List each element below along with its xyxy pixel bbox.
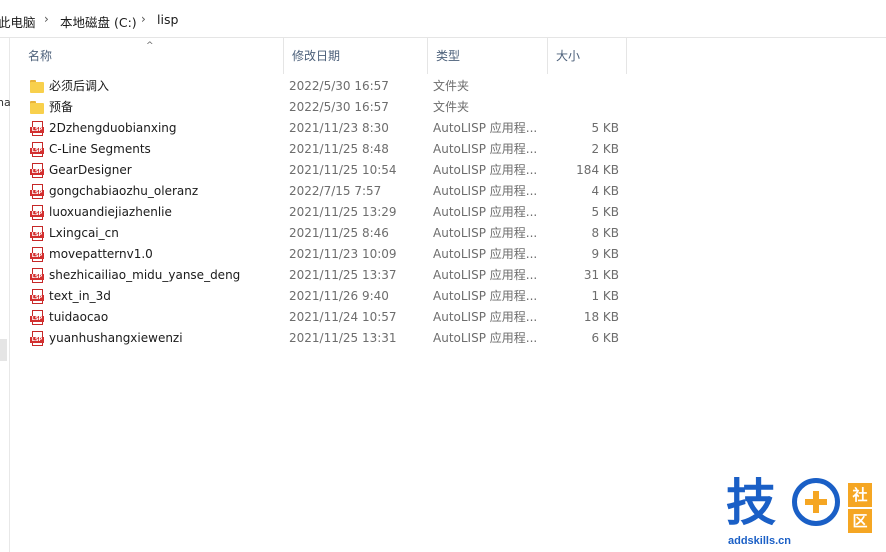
lsp-file-icon: LSP <box>30 289 44 304</box>
file-type: AutoLISP 应用程... <box>433 226 538 240</box>
navigation-pane[interactable]: na <box>0 38 11 552</box>
file-row[interactable]: LSP movepatternv1.0 2021/11/23 10:09 AutoLI… <box>10 244 630 265</box>
file-name[interactable]: 必须后调入 <box>49 76 289 97</box>
file-row[interactable]: LSP tuidaocao 2021/11/24 10:57 AutoLISP 应用程… <box>10 307 630 328</box>
breadcrumb-lisp[interactable]: lisp <box>157 12 178 27</box>
file-name[interactable]: tuidaocao <box>49 307 289 328</box>
breadcrumb-separator-icon[interactable]: › <box>141 12 146 26</box>
breadcrumb-this-pc[interactable]: 此电脑 <box>0 12 36 31</box>
lsp-file-icon: LSP <box>30 268 44 283</box>
file-date: 2021/11/23 8:30 <box>289 121 389 135</box>
lsp-file-icon: LSP <box>30 331 44 346</box>
column-header-date[interactable]: 修改日期 <box>284 38 428 74</box>
navigation-pane-selected-item[interactable] <box>0 339 7 361</box>
file-date: 2022/7/15 7:57 <box>289 184 382 198</box>
file-size: 9 KB <box>591 247 619 261</box>
lsp-file-icon: LSP <box>30 205 44 220</box>
file-date: 2021/11/23 10:09 <box>289 247 397 261</box>
lsp-file-icon: LSP <box>30 247 44 262</box>
file-row[interactable]: LSP luoxuandiejiazhenlie 2021/11/25 13:29 A… <box>10 202 630 223</box>
folder-icon <box>30 100 44 115</box>
file-row[interactable]: LSP 2Dzhengduobianxing 2021/11/23 8:30 Auto… <box>10 118 630 139</box>
file-row[interactable]: LSP Lxingcai_cn 2021/11/25 8:46 AutoLISP 应用… <box>10 223 630 244</box>
file-name[interactable]: C-Line Segments <box>49 139 289 160</box>
file-type: AutoLISP 应用程... <box>433 289 538 303</box>
file-size: 6 KB <box>591 331 619 345</box>
breadcrumb-local-disk[interactable]: 本地磁盘 (C:) <box>60 12 137 31</box>
file-row[interactable]: 必须后调入 2022/5/30 16:57 文件夹 <box>10 76 630 97</box>
file-name[interactable]: 2Dzhengduobianxing <box>49 118 289 139</box>
watermark-char: 技 <box>726 474 776 532</box>
file-type: AutoLISP 应用程... <box>433 247 538 261</box>
folder-icon <box>30 79 44 94</box>
file-name[interactable]: 预备 <box>49 97 289 118</box>
file-date: 2021/11/25 8:48 <box>289 142 389 156</box>
file-row[interactable]: LSP GearDesigner 2021/11/25 10:54 AutoLISP … <box>10 160 630 181</box>
file-type: AutoLISP 应用程... <box>433 331 538 345</box>
file-date: 2021/11/24 10:57 <box>289 310 397 324</box>
file-type: 文件夹 <box>433 79 470 93</box>
file-row[interactable]: 预备 2022/5/30 16:57 文件夹 <box>10 97 630 118</box>
file-type: AutoLISP 应用程... <box>433 121 538 135</box>
file-date: 2021/11/25 10:54 <box>289 163 397 177</box>
column-header: 名称 修改日期 类型 大小 <box>10 38 630 74</box>
watermark-box-2: 区 <box>848 509 872 533</box>
file-type: AutoLISP 应用程... <box>433 184 538 198</box>
file-row[interactable]: LSP yuanhushangxiewenzi 2021/11/25 13:31 Au… <box>10 328 630 349</box>
watermark-box-1: 社 <box>848 483 872 507</box>
file-type: AutoLISP 应用程... <box>433 310 538 324</box>
file-name[interactable]: yuanhushangxiewenzi <box>49 328 289 349</box>
file-name[interactable]: movepatternv1.0 <box>49 244 289 265</box>
file-type: AutoLISP 应用程... <box>433 205 538 219</box>
file-date: 2021/11/25 8:46 <box>289 226 389 240</box>
file-size: 4 KB <box>591 184 619 198</box>
file-date: 2022/5/30 16:57 <box>289 100 389 114</box>
file-name[interactable]: shezhicailiao_midu_yanse_deng <box>49 265 289 286</box>
file-size: 18 KB <box>583 310 619 324</box>
lsp-file-icon: LSP <box>30 142 44 157</box>
watermark-site: addskills.cn <box>728 535 791 547</box>
column-header-type[interactable]: 类型 <box>428 38 548 74</box>
file-name[interactable]: GearDesigner <box>49 160 289 181</box>
file-row[interactable]: LSP C-Line Segments 2021/11/25 8:48 AutoLIS… <box>10 139 630 160</box>
file-row[interactable]: LSP shezhicailiao_midu_yanse_deng 2021/11/… <box>10 265 630 286</box>
file-type: 文件夹 <box>433 100 470 114</box>
file-row[interactable]: LSP text_in_3d 2021/11/26 9:40 AutoLISP 应用程… <box>10 286 630 307</box>
file-date: 2021/11/25 13:31 <box>289 331 397 345</box>
file-date: 2021/11/25 13:29 <box>289 205 397 219</box>
file-name[interactable]: text_in_3d <box>49 286 289 307</box>
file-size: 5 KB <box>591 205 619 219</box>
file-name[interactable]: Lxingcai_cn <box>49 223 289 244</box>
lsp-file-icon: LSP <box>30 310 44 325</box>
file-size <box>548 76 619 97</box>
file-type: AutoLISP 应用程... <box>433 268 538 282</box>
file-date: 2022/5/30 16:57 <box>289 79 389 93</box>
file-type: AutoLISP 应用程... <box>433 163 538 177</box>
file-date: 2021/11/25 13:37 <box>289 268 397 282</box>
file-row[interactable]: LSP gongchabiaozhu_oleranz 2022/7/15 7:57 A… <box>10 181 630 202</box>
plus-circle-icon <box>792 478 840 526</box>
lsp-file-icon: LSP <box>30 121 44 136</box>
file-name[interactable]: gongchabiaozhu_oleranz <box>49 181 289 202</box>
file-size: 184 KB <box>576 163 619 177</box>
file-name[interactable]: luoxuandiejiazhenlie <box>49 202 289 223</box>
address-bar[interactable]: 此电脑 › 本地磁盘 (C:) › lisp <box>0 0 886 38</box>
sort-ascending-icon: ^ <box>146 41 154 51</box>
lsp-file-icon: LSP <box>30 184 44 199</box>
file-size: 1 KB <box>591 289 619 303</box>
file-size: 31 KB <box>583 268 619 282</box>
file-size: 2 KB <box>591 142 619 156</box>
lsp-file-icon: LSP <box>30 163 44 178</box>
lsp-file-icon: LSP <box>30 226 44 241</box>
breadcrumb-separator-icon[interactable]: › <box>44 12 49 26</box>
file-size <box>548 97 619 118</box>
watermark-logo: 技 社 区 addskills.cn <box>720 473 886 552</box>
file-size: 5 KB <box>591 121 619 135</box>
column-header-size[interactable]: 大小 <box>548 38 627 74</box>
file-type: AutoLISP 应用程... <box>433 142 538 156</box>
file-size: 8 KB <box>591 226 619 240</box>
file-date: 2021/11/26 9:40 <box>289 289 389 303</box>
